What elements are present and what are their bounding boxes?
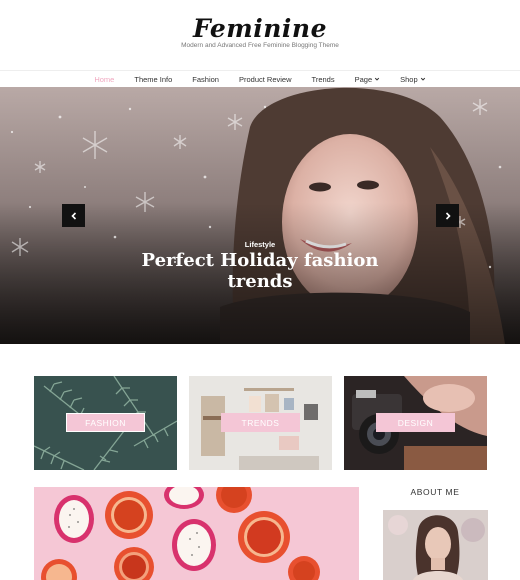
hero-title[interactable]: Perfect Holiday fashion trends [130,250,390,292]
author-photo [383,510,488,580]
nav-item-home[interactable]: Home [94,75,114,84]
category-box-design[interactable]: DESIGN [344,376,487,470]
nav-item-label: Home [94,74,115,84]
slider-next-button[interactable] [436,204,459,227]
site-logo[interactable]: Feminine [0,14,520,43]
nav-item-label: Product Review [238,74,292,84]
nav-item-trends[interactable]: Trends [312,75,335,84]
chevron-down-icon [374,77,380,81]
fruit-image [34,487,359,580]
nav-item-label: Shop [400,74,418,84]
about-me-heading: ABOUT ME [410,487,460,497]
nav-item-label: Trends [311,74,335,84]
category-label-design: DESIGN [376,413,455,432]
category-label-fashion: FASHION [66,413,145,432]
post-featured-image[interactable] [34,487,359,580]
slider-prev-button[interactable] [62,204,85,227]
chevron-down-icon [420,77,425,81]
about-me-photo [383,510,488,580]
chevron-right-icon [445,211,451,220]
nav-item-fashion[interactable]: Fashion [192,75,219,84]
nav-item-label: Fashion [192,74,219,84]
nav-item-shop[interactable]: Shop [400,75,426,84]
nav-item-label: Theme Info [134,74,173,84]
hero-slider: Lifestyle Perfect Holiday fashion trends [0,87,520,344]
category-box-trends[interactable]: TRENDS [189,376,332,470]
category-box-fashion[interactable]: FASHION [34,376,177,470]
nav-item-theme-info[interactable]: Theme Info [134,75,172,84]
main-nav: Home Theme Info Fashion Product Review T… [0,70,520,87]
nav-item-label: Page [354,74,373,84]
chevron-left-icon [70,211,76,220]
nav-item-page[interactable]: Page [355,75,381,84]
site-header: Feminine Modern and Advanced Free Femini… [0,0,520,70]
nav-item-product-review[interactable]: Product Review [239,75,292,84]
site-tagline: Modern and Advanced Free Feminine Bloggi… [181,42,339,49]
hero-category[interactable]: Lifestyle [0,240,520,249]
category-label-trends: TRENDS [221,413,300,432]
